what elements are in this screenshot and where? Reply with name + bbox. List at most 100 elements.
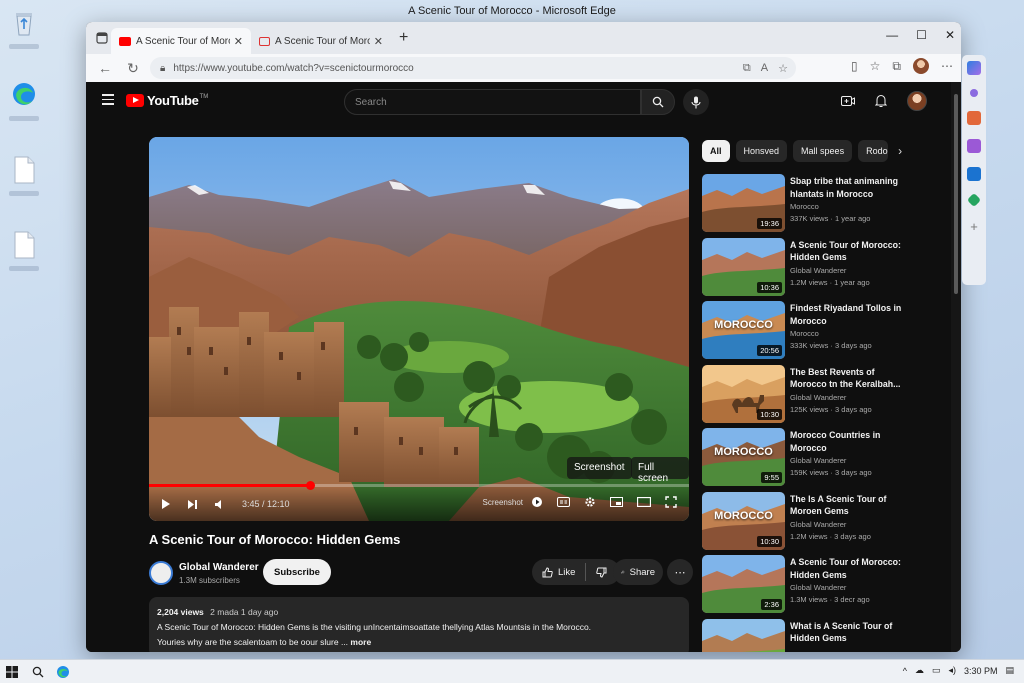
subtitles-icon[interactable] (557, 497, 570, 507)
recommended-video[interactable]: MOROCCO 10:30 The Is A Scenic Tour of Moro… (702, 491, 942, 556)
autoplay-icon[interactable] (531, 496, 543, 508)
app-available-icon[interactable]: ⧉ (743, 62, 751, 75)
search-button[interactable] (641, 89, 675, 115)
video-thumbnail[interactable]: 10:36 (702, 237, 785, 296)
recommended-title[interactable]: Findest Riyadand Tollos in Morocco (790, 302, 905, 327)
recommended-title[interactable]: Sbap tribe that animaning hlantats in Mo… (790, 175, 905, 200)
edge-taskbar-icon[interactable] (56, 665, 70, 679)
clock[interactable]: 3:30 PM (964, 666, 998, 676)
close-window-icon[interactable]: ✕ (945, 28, 955, 42)
collections-icon[interactable]: ⧉ (892, 59, 901, 74)
show-more-link[interactable]: more (350, 637, 371, 647)
more-actions-button[interactable]: ⋯ (667, 559, 693, 585)
play-button[interactable] (161, 498, 171, 510)
recommended-video[interactable]: MOROCCO 20:56 Findest Riyadand Tollos in M… (702, 301, 942, 365)
network-icon[interactable]: ▭ (932, 665, 941, 676)
recommended-title[interactable]: The Is A Scenic Tour of Moroen Gems (790, 493, 905, 518)
recommended-channel[interactable]: Global Wanderer (790, 520, 846, 529)
theater-mode-icon[interactable] (637, 497, 651, 507)
onedrive-icon[interactable]: ☁ (915, 665, 924, 676)
split-screen-icon[interactable]: ▯ (851, 59, 858, 73)
recommended-channel[interactable]: Global Wanderer (790, 456, 846, 465)
refresh-icon[interactable]: ↻ (122, 60, 144, 77)
desktop-recycle-bin[interactable] (8, 8, 40, 49)
games-icon[interactable] (967, 139, 981, 153)
url-field[interactable]: 🔒︎ https://www.youtube.com/watch?v=sceni… (150, 57, 796, 79)
account-avatar[interactable] (907, 91, 927, 111)
read-aloud-icon[interactable]: A (761, 62, 768, 75)
recommended-title[interactable]: A Scenic Tour of Morocco: Hidden Gems (790, 239, 905, 264)
recommended-channel[interactable]: Morocco (790, 202, 819, 211)
chevron-right-icon[interactable]: › (898, 144, 902, 158)
menu-icon[interactable] (102, 94, 114, 108)
back-icon[interactable]: ← (94, 60, 116, 76)
chip-all[interactable]: All (702, 140, 730, 162)
video-thumbnail[interactable]: 19:36 (702, 174, 785, 232)
recommended-video[interactable]: MOROCCO 9:55 Morocco Countries in Morocco G… (702, 428, 942, 492)
recommended-channel[interactable]: Global Wanderer (790, 266, 846, 275)
desktop-file-2[interactable] (8, 230, 40, 271)
video-thumbnail[interactable]: 10:30 (702, 364, 785, 423)
video-thumbnail[interactable]: 2:36 (702, 555, 785, 613)
tab-inactive[interactable]: A Scenic Tour of Morocco ✕ (251, 28, 391, 54)
recommended-video[interactable]: 19:36 Sbap tribe that animaning hlantats … (702, 174, 942, 238)
recommended-title[interactable]: What is A Scenic Tour of Hidden Gems (790, 620, 905, 645)
profile-avatar[interactable] (913, 58, 929, 74)
fullscreen-icon[interactable] (665, 496, 677, 508)
share-button[interactable]: Share (613, 559, 663, 585)
youtube-logo[interactable]: YouTube TM (126, 93, 208, 108)
recommended-video[interactable]: 10:36 A Scenic Tour of Morocco: Hidden Ge… (702, 237, 942, 302)
description-box[interactable]: 2,204 views 2 mada 1 day ago A Scenic To… (149, 597, 689, 652)
notification-center-icon[interactable]: ▤ (1005, 665, 1014, 676)
tab-actions-icon[interactable] (93, 29, 111, 47)
video-thumbnail[interactable]: MOROCCO 9:55 (702, 428, 785, 486)
copilot-icon[interactable] (967, 61, 981, 75)
recommended-video[interactable]: What is A Scenic Tour of Hidden Gems (702, 618, 942, 652)
video-thumbnail[interactable]: MOROCCO 10:30 (702, 491, 785, 550)
miniplayer-icon[interactable] (610, 497, 623, 507)
outlook-icon[interactable] (967, 167, 981, 181)
search-icon[interactable] (32, 666, 44, 678)
recommended-channel[interactable]: Global Wanderer (790, 583, 846, 592)
tray-chevron-icon[interactable]: ^ (903, 666, 907, 676)
tab-active[interactable]: A Scenic Tour of Morocco ✕ (111, 28, 251, 54)
desktop-edge[interactable] (8, 80, 40, 121)
recommended-video[interactable]: 2:36 A Scenic Tour of Morocco: Hidden Gem… (702, 555, 942, 619)
favorites-icon[interactable]: ☆ (870, 59, 881, 73)
fullscreen-overlay-button[interactable]: Full screen (631, 457, 689, 484)
minimize-icon[interactable]: — (886, 28, 898, 42)
chip[interactable]: Mall spees (793, 140, 853, 162)
recommended-channel[interactable]: Morocco (790, 329, 819, 338)
recommended-channel[interactable]: Global Wanderer (790, 393, 846, 402)
tools-icon[interactable] (967, 111, 981, 125)
maximize-icon[interactable]: ☐ (916, 28, 927, 42)
video-player[interactable]: Screenshot Full screen 3:45 / 12:10 Scre… (149, 137, 689, 521)
desktop-file-1[interactable] (8, 155, 40, 196)
subscribe-button[interactable]: Subscribe (263, 559, 331, 585)
page-scrollbar[interactable] (951, 82, 961, 652)
close-tab-icon[interactable]: ✕ (234, 35, 243, 48)
like-button[interactable]: Like (532, 559, 585, 585)
video-thumbnail[interactable] (702, 618, 785, 652)
video-thumbnail[interactable]: MOROCCO 20:56 (702, 301, 785, 359)
windows-start-icon[interactable] (6, 665, 18, 678)
voice-search-button[interactable] (683, 89, 709, 115)
recommended-title[interactable]: The Best Revents of Morocco tn the Keral… (790, 366, 905, 391)
channel-name[interactable]: Global Wanderer (179, 562, 259, 573)
volume-tray-icon[interactable]: ◂) (948, 665, 956, 676)
recommended-title[interactable]: Morocco Countries in Morocco (790, 429, 905, 454)
settings-gear-icon[interactable] (584, 496, 596, 508)
create-video-icon[interactable] (841, 95, 855, 107)
recommended-title[interactable]: A Scenic Tour of Morocco: Hidden Gems (790, 556, 905, 581)
chip[interactable]: Rodon (858, 140, 889, 162)
channel-avatar[interactable] (149, 561, 173, 585)
new-tab-icon[interactable]: + (399, 29, 408, 47)
recommended-video[interactable]: 10:30 The Best Revents of Morocco tn the … (702, 364, 942, 429)
screenshot-overlay-button[interactable]: Screenshot (567, 457, 632, 479)
next-button[interactable] (187, 499, 198, 510)
volume-button[interactable] (214, 499, 226, 510)
search-input[interactable]: Search (344, 89, 641, 115)
chip[interactable]: Honsved (735, 140, 788, 162)
discover-icon[interactable] (970, 89, 978, 97)
favorite-star-icon[interactable]: ☆ (778, 62, 788, 75)
